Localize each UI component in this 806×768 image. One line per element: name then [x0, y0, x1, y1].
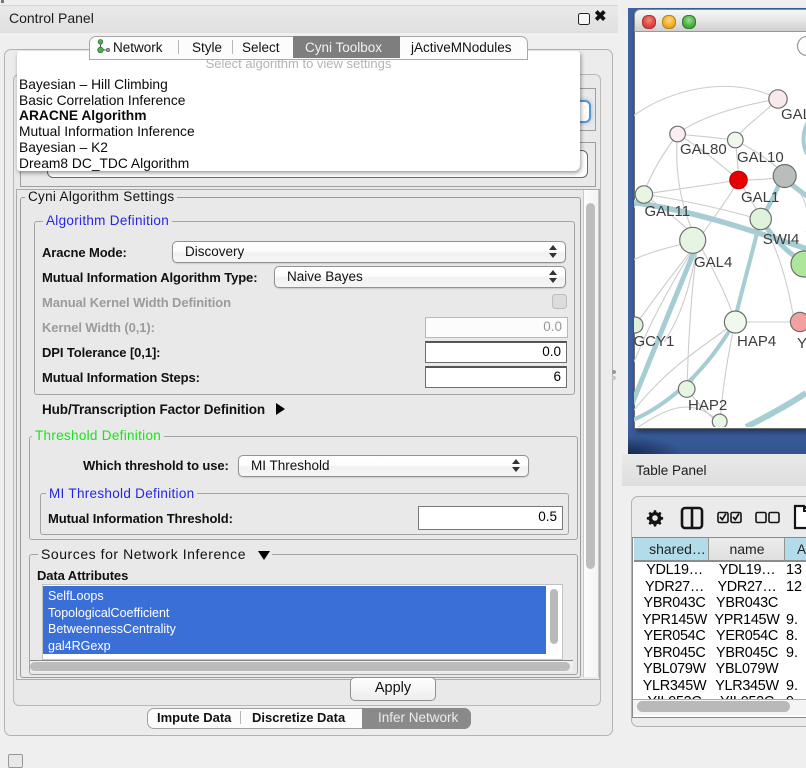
svg-text:GAL4: GAL4	[694, 254, 732, 271]
svg-text:GAL1: GAL1	[741, 189, 779, 206]
svg-text:SWI4: SWI4	[763, 231, 800, 248]
svg-text:GAL11: GAL11	[645, 203, 691, 220]
svg-text:GAL80: GAL80	[680, 141, 727, 158]
svg-text:GAL7: GAL7	[781, 106, 806, 123]
svg-text:HAP2: HAP2	[688, 397, 727, 414]
svg-text:GAL10: GAL10	[737, 149, 784, 166]
svg-text:HAP4: HAP4	[737, 333, 776, 350]
svg-text:GCY1: GCY1	[634, 333, 674, 350]
svg-text:Y: Y	[797, 335, 806, 352]
